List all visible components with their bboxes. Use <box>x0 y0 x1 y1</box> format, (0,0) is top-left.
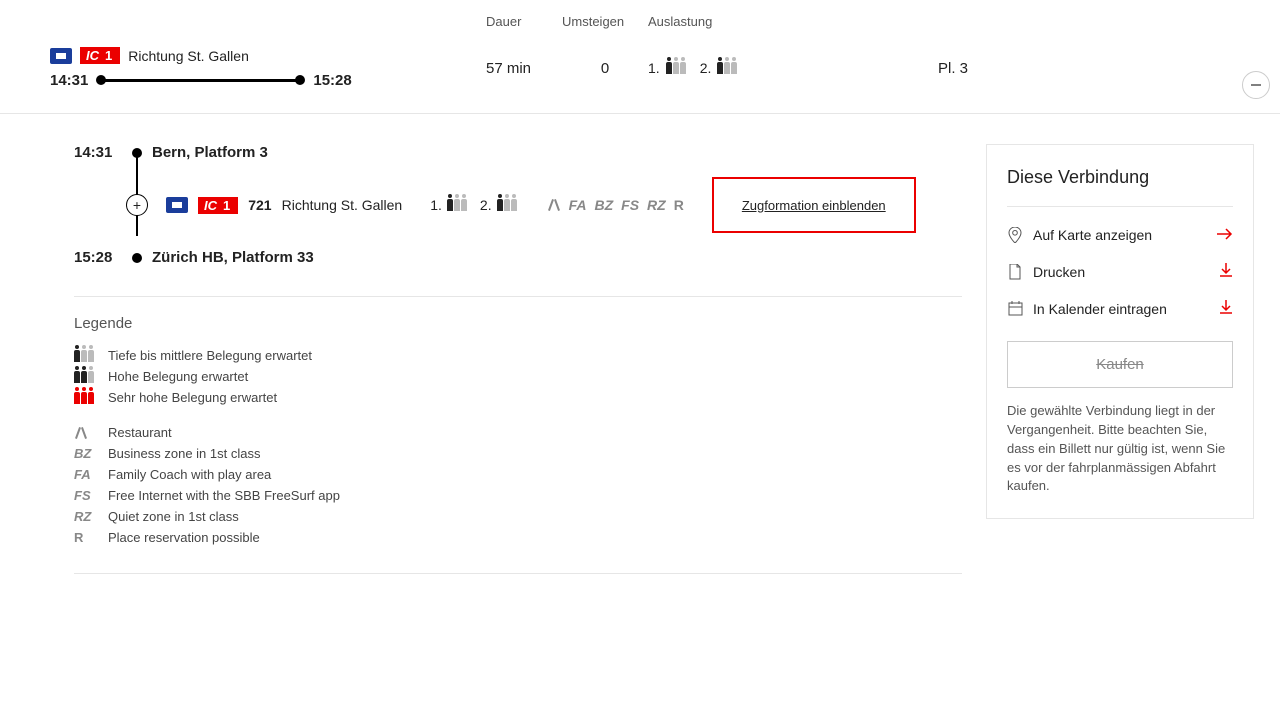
arrival-time: 15:28 <box>313 72 351 89</box>
arrival-stop: 15:28 Zürich HB, Platform 33 <box>74 249 962 266</box>
collapse-button[interactable] <box>1242 71 1270 99</box>
legend-rz: RZ Quiet zone in 1st class <box>74 509 962 524</box>
ic-number: 1 <box>223 198 230 213</box>
divider <box>1007 206 1233 207</box>
occ-first-label: 1. <box>648 60 660 76</box>
divider <box>74 296 962 297</box>
departure-time: 14:31 <box>50 72 88 89</box>
amenity-fa: FA <box>569 197 587 213</box>
rz-label: RZ <box>74 509 91 524</box>
leg-occ2-label: 2. <box>480 197 492 213</box>
occupancy-first-icon <box>666 62 686 74</box>
divider <box>74 573 962 574</box>
connection-sidebar: Diese Verbindung Auf Karte anzeigen Druc… <box>986 144 1254 519</box>
direction-text: Richtung St. Gallen <box>128 48 249 64</box>
header-auslastung: Auslastung <box>648 14 768 29</box>
departure-stop: 14:31 Bern, Platform 3 <box>74 144 962 161</box>
connection-detail: 14:31 Bern, Platform 3 + IC 1 721 Richtu… <box>74 144 962 592</box>
arrow-right-icon <box>1217 227 1233 243</box>
show-on-map-link[interactable]: Auf Karte anzeigen <box>1007 217 1233 253</box>
download-icon <box>1219 300 1233 317</box>
leg-occupancy: 1. 2. <box>430 197 526 213</box>
amenity-fs: FS <box>621 197 639 213</box>
r-label: R <box>74 530 83 545</box>
legend-low-occupancy: Tiefe bis mittlere Belegung erwartet <box>74 348 962 363</box>
leg-occ1-icon <box>447 199 467 211</box>
legend-very-high-occupancy: Sehr hohe Belegung erwartet <box>74 390 962 405</box>
platform-value: Pl. 3 <box>938 60 1018 77</box>
arr-time: 15:28 <box>74 249 122 266</box>
header-umsteigen: Umsteigen <box>562 14 648 29</box>
occupancy-summary: 1. 2. <box>648 60 938 76</box>
fs-label: FS <box>74 488 91 503</box>
download-icon <box>1219 263 1233 280</box>
ic-label: IC <box>204 198 217 213</box>
duration-value: 57 min <box>486 60 562 77</box>
train-direction: Richtung St. Gallen <box>282 197 403 213</box>
fa-label: FA <box>74 467 91 482</box>
amenity-bz: BZ <box>594 197 613 213</box>
train-number: 721 <box>248 197 271 213</box>
occ-second-label: 2. <box>700 60 712 76</box>
leg-info: + IC 1 721 Richtung St. Gallen 1. 2. <box>74 177 962 233</box>
ic-line-badge: IC 1 <box>198 197 238 214</box>
dep-station: Bern, Platform 3 <box>152 144 268 161</box>
arr-station: Zürich HB, Platform 33 <box>152 249 314 266</box>
buy-button[interactable]: Kaufen <box>1007 341 1233 388</box>
formation-highlight-box: Zugformation einblenden <box>712 177 916 233</box>
low-occupancy-icon <box>74 350 94 362</box>
summary-header: Dauer Umsteigen Auslastung <box>0 0 1280 41</box>
legend-title: Legende <box>74 315 962 332</box>
restaurant-icon <box>547 198 561 212</box>
calendar-label: In Kalender eintragen <box>1033 301 1167 317</box>
show-on-map-label: Auf Karte anzeigen <box>1033 227 1152 243</box>
high-occupancy-icon <box>74 371 94 383</box>
legend-r: R Place reservation possible <box>74 530 962 545</box>
ic-label: IC <box>86 48 99 63</box>
legend-fs: FS Free Internet with the SBB FreeSurf a… <box>74 488 962 503</box>
past-connection-note: Die gewählte Verbindung liegt in der Ver… <box>1007 402 1233 496</box>
occupancy-second-icon <box>717 62 737 74</box>
bz-label: BZ <box>74 446 91 461</box>
very-high-occupancy-icon <box>74 392 94 404</box>
dep-time: 14:31 <box>74 144 122 161</box>
calendar-link[interactable]: In Kalender eintragen <box>1007 290 1233 327</box>
changes-value: 0 <box>562 60 648 77</box>
connection-summary[interactable]: IC 1 Richtung St. Gallen 14:31 15:28 57 … <box>0 41 1280 114</box>
sbb-logo-icon <box>166 197 188 213</box>
document-icon <box>1007 264 1023 280</box>
sidebar-title: Diese Verbindung <box>1007 167 1233 188</box>
print-label: Drucken <box>1033 264 1085 280</box>
ic-line-badge: IC 1 <box>80 47 120 64</box>
amenity-rz: RZ <box>647 197 666 213</box>
minus-icon <box>1249 78 1263 92</box>
pin-icon <box>1007 227 1023 243</box>
journey-line <box>98 79 303 82</box>
print-link[interactable]: Drucken <box>1007 253 1233 290</box>
show-formation-link[interactable]: Zugformation einblenden <box>742 198 886 213</box>
header-dauer: Dauer <box>486 14 562 29</box>
legend-fa: FA Family Coach with play area <box>74 467 962 482</box>
dep-dot-icon <box>132 148 142 158</box>
amenities: FA BZ FS RZ R <box>547 197 684 213</box>
sbb-logo-icon <box>50 48 72 64</box>
legend-bz: BZ Business zone in 1st class <box>74 446 962 461</box>
leg-occ1-label: 1. <box>430 197 442 213</box>
expand-stops-button[interactable]: + <box>126 194 148 216</box>
arr-dot-icon <box>132 253 142 263</box>
amenity-r: R <box>674 197 684 213</box>
calendar-icon <box>1007 301 1023 317</box>
ic-number: 1 <box>105 48 112 63</box>
legend-restaurant: Restaurant <box>74 425 962 440</box>
restaurant-icon <box>74 426 88 440</box>
legend-high-occupancy: Hohe Belegung erwartet <box>74 369 962 384</box>
leg-occ2-icon <box>497 199 517 211</box>
